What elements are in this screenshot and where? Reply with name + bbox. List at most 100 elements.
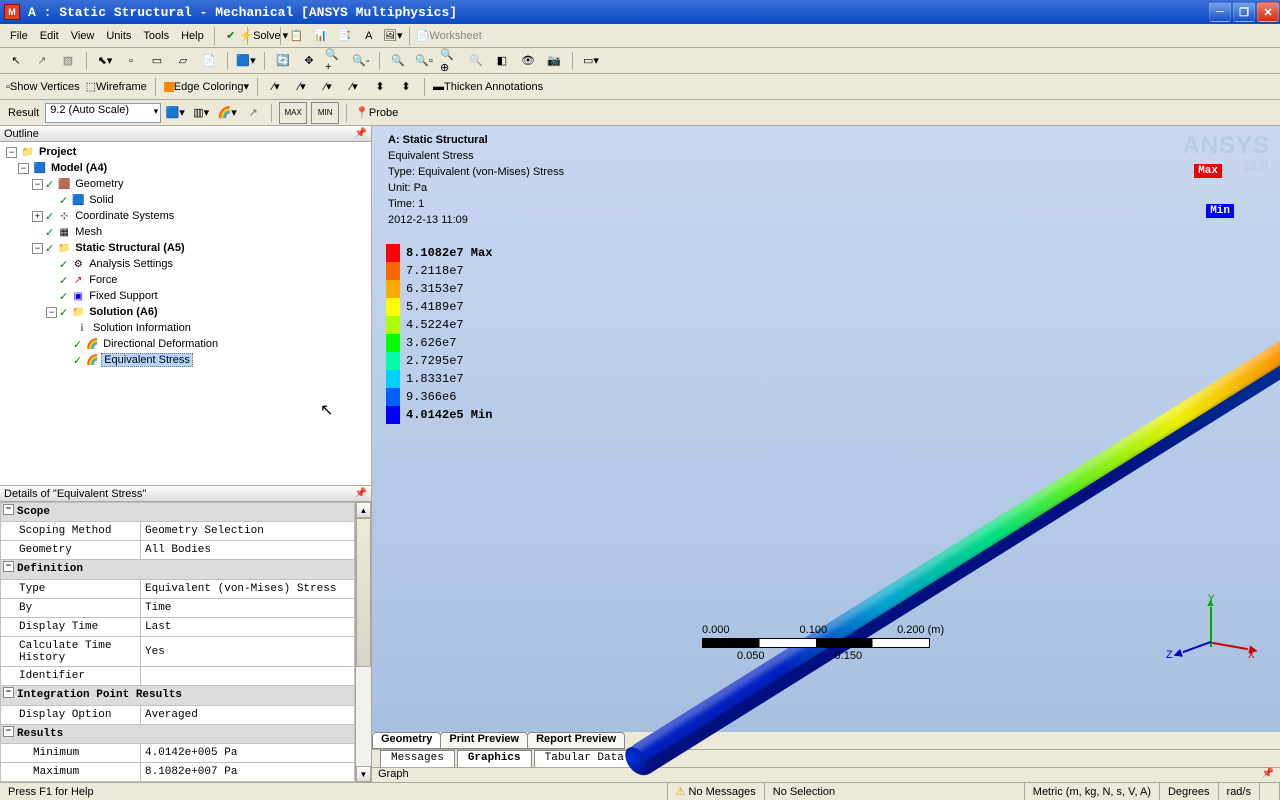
val-scoping[interactable]: Geometry Selection: [141, 522, 355, 541]
tree-static[interactable]: Static Structural (A5): [73, 242, 186, 254]
orientation-triad[interactable]: Y X Z: [1170, 602, 1250, 682]
beam-model[interactable]: [622, 275, 1280, 777]
tb-btn-3[interactable]: 📑: [334, 25, 356, 47]
menu-view[interactable]: View: [65, 28, 101, 44]
vec-icon[interactable]: ↗: [242, 102, 264, 124]
look-at-icon[interactable]: 👁: [517, 50, 539, 72]
scroll-down-icon[interactable]: ▼: [356, 766, 371, 782]
snapshot-icon[interactable]: 📷: [543, 50, 565, 72]
tree-fixed[interactable]: Fixed Support: [87, 290, 159, 302]
menu-tools[interactable]: Tools: [137, 28, 175, 44]
tree-toggle[interactable]: −: [18, 163, 29, 174]
section-def[interactable]: Definition: [1, 560, 355, 579]
tab-geometry[interactable]: Geometry: [372, 732, 441, 749]
zoom-out-icon[interactable]: 🔍-: [350, 50, 372, 72]
details-pin-icon[interactable]: 📌: [355, 488, 367, 499]
edge3-icon[interactable]: ∕▾: [317, 76, 339, 98]
edge-coloring-button[interactable]: Edge Coloring▾: [163, 76, 250, 98]
tab-print-preview[interactable]: Print Preview: [440, 732, 528, 749]
band-dropdown[interactable]: 🌈▾: [216, 102, 238, 124]
edge6-icon[interactable]: ⬍: [395, 76, 417, 98]
select2-icon[interactable]: ▧: [57, 50, 79, 72]
thicken-button[interactable]: ▬Thicken Annotations: [432, 76, 544, 98]
tree-toggle[interactable]: −: [6, 147, 17, 158]
zoom-box-icon[interactable]: 🔍▫: [413, 50, 435, 72]
val-by[interactable]: Time: [141, 598, 355, 617]
val-calchist[interactable]: Yes: [141, 636, 355, 666]
tree-toggle[interactable]: +: [32, 211, 43, 222]
zoom-fit-icon[interactable]: 🔍: [387, 50, 409, 72]
scroll-thumb[interactable]: [356, 518, 371, 667]
status-messages[interactable]: ⚠ No Messages: [668, 783, 765, 800]
tab-report-preview[interactable]: Report Preview: [527, 732, 625, 749]
pan-icon[interactable]: ✥: [298, 50, 320, 72]
image-button[interactable]: 🖼▾: [382, 25, 404, 47]
minimize-button[interactable]: ─: [1209, 2, 1231, 22]
text-button[interactable]: A: [358, 25, 380, 47]
section-scope[interactable]: Scope: [1, 503, 355, 522]
details-table[interactable]: Scope Scoping MethodGeometry Selection G…: [0, 502, 355, 782]
outline-pin-icon[interactable]: 📌: [355, 128, 367, 139]
solve-button[interactable]: ⚡Solve▾: [253, 25, 275, 47]
tree-toggle[interactable]: −: [46, 307, 57, 318]
max-button[interactable]: MAX: [279, 102, 307, 124]
contour-dropdown[interactable]: ▥▾: [190, 102, 212, 124]
zoom-prev-icon[interactable]: 🔍: [465, 50, 487, 72]
val-type[interactable]: Equivalent (von-Mises) Stress: [141, 579, 355, 598]
val-dispopt[interactable]: Averaged: [141, 705, 355, 724]
tree-model[interactable]: Model (A4): [49, 162, 109, 174]
scale-dropdown[interactable]: 9.2 (Auto Scale): [45, 103, 161, 123]
section-res[interactable]: Results: [1, 724, 355, 743]
tree-solid[interactable]: Solid: [87, 194, 115, 206]
subtab-tabular[interactable]: Tabular Data: [534, 750, 635, 767]
iso-icon[interactable]: ◧: [491, 50, 513, 72]
graph-pin-icon[interactable]: 📌: [1262, 768, 1274, 782]
close-button[interactable]: ✕: [1257, 2, 1279, 22]
worksheet-button[interactable]: 📄Worksheet: [415, 25, 483, 47]
select-icon[interactable]: ↗: [31, 50, 53, 72]
edge4-icon[interactable]: ∕▾: [343, 76, 365, 98]
menu-file[interactable]: File: [4, 28, 34, 44]
lasso-select-icon[interactable]: ▱: [172, 50, 194, 72]
3d-viewport[interactable]: ANSYS 13.0 A: Static Structural Equivale…: [372, 126, 1280, 732]
edge1-icon[interactable]: ∕▾: [265, 76, 287, 98]
val-geometry[interactable]: All Bodies: [141, 541, 355, 560]
tree-mesh[interactable]: Mesh: [73, 226, 104, 238]
val-ident[interactable]: [141, 667, 355, 686]
maximize-button[interactable]: ❐: [1233, 2, 1255, 22]
zoom-all-icon[interactable]: 🔍⊕: [439, 50, 461, 72]
single-select-icon[interactable]: ▫: [120, 50, 142, 72]
tree-solution[interactable]: Solution (A6): [87, 306, 159, 318]
outline-tree[interactable]: −📁Project −🟦Model (A4) −✓🟫Geometry ✓🟦Sol…: [0, 142, 371, 486]
scroll-up-icon[interactable]: ▲: [356, 502, 371, 518]
tree-force[interactable]: Force: [87, 274, 119, 286]
tree-dirdeform[interactable]: Directional Deformation: [101, 338, 220, 350]
tree-equiv-stress[interactable]: Equivalent Stress: [101, 353, 193, 367]
tb-btn-1[interactable]: 📋: [286, 25, 308, 47]
tree-coord[interactable]: Coordinate Systems: [73, 210, 176, 222]
details-scrollbar[interactable]: ▲ ▼: [355, 502, 371, 782]
copy-icon[interactable]: 📄: [198, 50, 220, 72]
edge2-icon[interactable]: ∕▾: [291, 76, 313, 98]
tree-analysis[interactable]: Analysis Settings: [87, 258, 175, 270]
min-button[interactable]: MIN: [311, 102, 339, 124]
tree-geometry[interactable]: Geometry: [73, 178, 125, 190]
zoom-in-icon[interactable]: 🔍+: [324, 50, 346, 72]
section-int[interactable]: Integration Point Results: [1, 686, 355, 705]
probe-button[interactable]: 📍Probe: [354, 102, 399, 124]
menu-help[interactable]: Help: [175, 28, 210, 44]
tree-project[interactable]: Project: [37, 146, 78, 158]
cursor-icon[interactable]: ↖: [5, 50, 27, 72]
wireframe-button[interactable]: ⬚Wireframe: [85, 76, 148, 98]
tree-toggle[interactable]: −: [32, 243, 43, 254]
menu-units[interactable]: Units: [100, 28, 137, 44]
tb-btn-2[interactable]: 📊: [310, 25, 332, 47]
rotate-icon[interactable]: 🔄: [272, 50, 294, 72]
shape-dropdown[interactable]: 🟦▾: [164, 102, 186, 124]
box-select-icon[interactable]: ▭: [146, 50, 168, 72]
viewport-split-icon[interactable]: ▭▾: [580, 50, 602, 72]
pointer-dropdown[interactable]: ⬉▾: [94, 50, 116, 72]
tree-solinfo[interactable]: Solution Information: [91, 322, 193, 334]
show-vertices-button[interactable]: ▫Show Vertices: [5, 76, 81, 98]
val-disptime[interactable]: Last: [141, 617, 355, 636]
